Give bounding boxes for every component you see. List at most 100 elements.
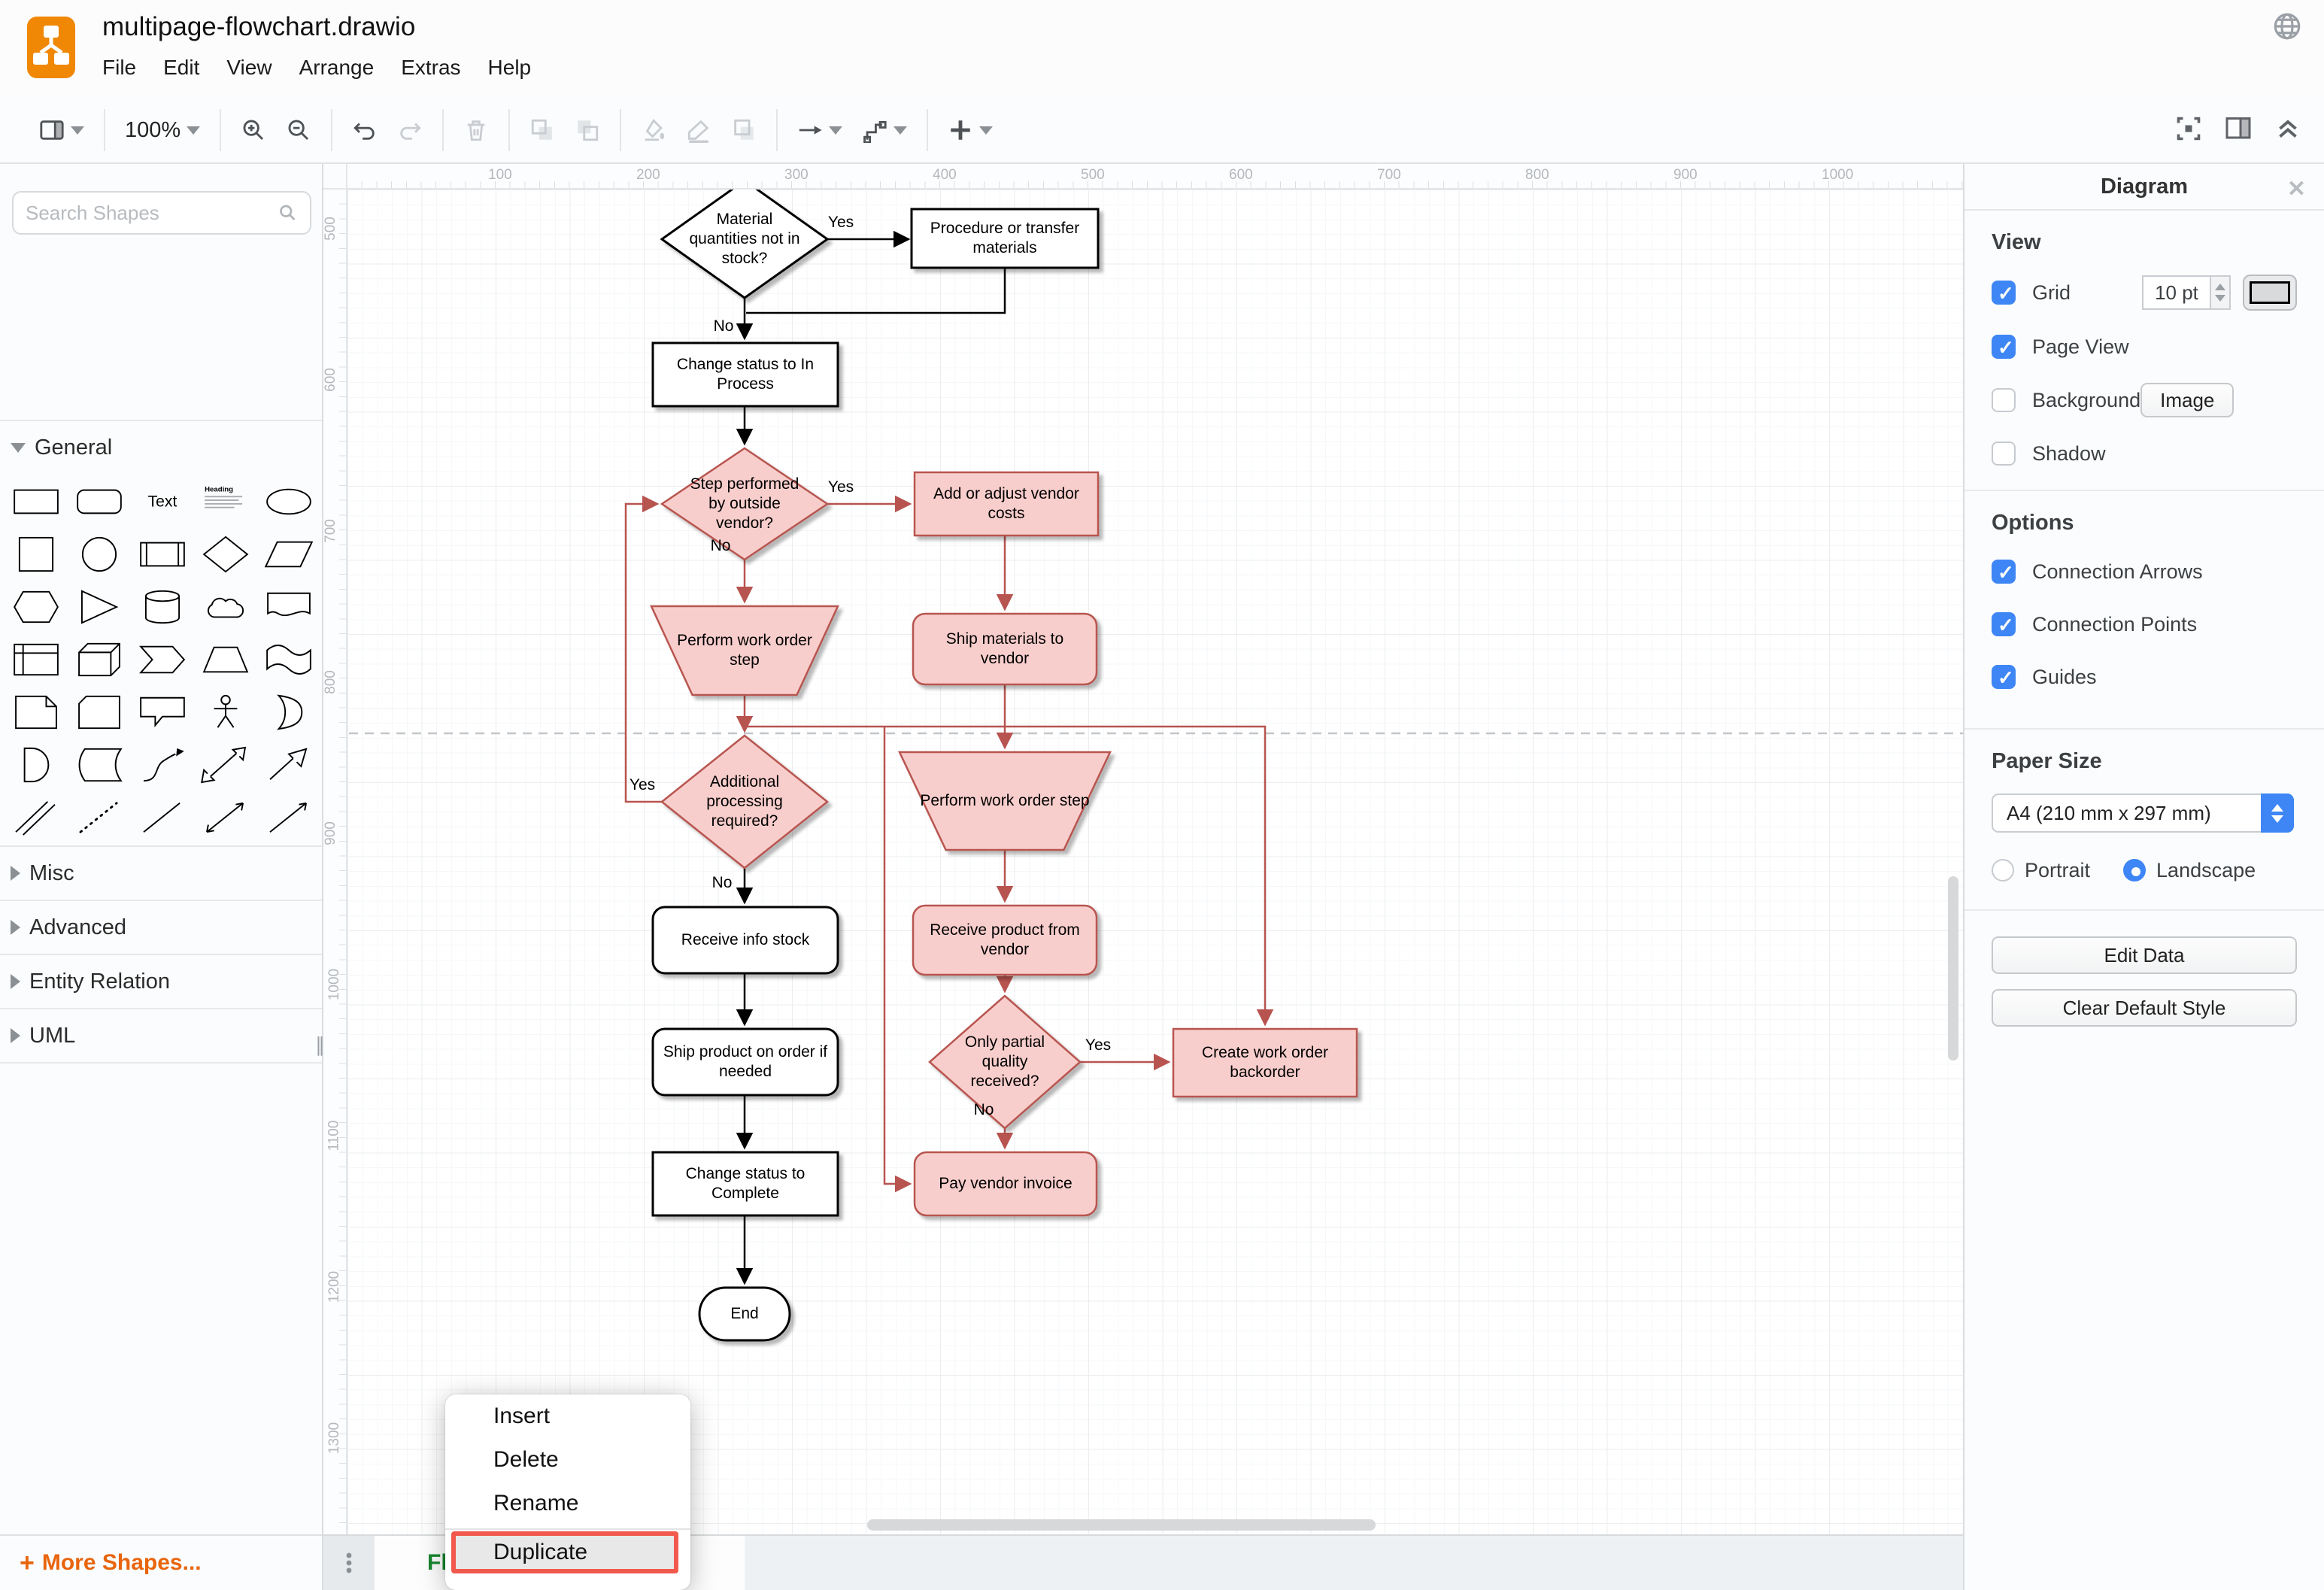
shape-triangle[interactable] [68, 581, 131, 633]
flow-node-additional-processing[interactable] [662, 736, 827, 868]
shape-line[interactable] [131, 791, 194, 844]
connection-arrows-checkbox[interactable] [1992, 560, 2016, 584]
menu-edit[interactable]: Edit [163, 56, 199, 80]
menu-arrange[interactable]: Arrange [299, 56, 375, 80]
shape-curve[interactable] [131, 739, 194, 791]
shape-cube[interactable] [68, 633, 131, 686]
context-menu-duplicate[interactable]: Duplicate [451, 1531, 678, 1573]
shape-process[interactable] [131, 528, 194, 581]
sidebar-section-entity-relation[interactable]: Entity Relation [0, 954, 322, 1008]
background-checkbox[interactable] [1992, 388, 2016, 412]
shape-or[interactable] [257, 686, 320, 739]
sidebar-section-uml[interactable]: UML [0, 1008, 322, 1062]
flow-node-end[interactable] [699, 1288, 790, 1340]
flow-node-only-partial-quality[interactable] [930, 996, 1080, 1128]
shape-bidirectional-arrow[interactable] [194, 739, 257, 791]
flow-node-ship-product-on-order[interactable] [653, 1029, 838, 1095]
shape-data-storage[interactable] [68, 739, 131, 791]
shape-and[interactable] [5, 739, 68, 791]
shape-internal-storage[interactable] [5, 633, 68, 686]
shape-callout[interactable] [131, 686, 194, 739]
connection-points-checkbox[interactable] [1992, 612, 2016, 636]
flow-edge-15[interactable] [884, 727, 910, 1184]
menu-file[interactable]: File [102, 56, 136, 80]
menu-view[interactable]: View [226, 56, 272, 80]
guides-checkbox[interactable] [1992, 665, 2016, 689]
grid-checkbox[interactable] [1992, 281, 2016, 305]
vertical-scrollbar[interactable] [1948, 876, 1958, 1061]
pages-menu-button[interactable] [323, 1536, 375, 1590]
redo-button[interactable] [397, 117, 423, 143]
flow-node-pay-vendor-invoice[interactable] [915, 1152, 1097, 1215]
flow-node-change-status-complete[interactable] [653, 1152, 838, 1215]
background-image-button[interactable]: Image [2140, 383, 2234, 417]
zoom-in-button[interactable] [241, 117, 266, 143]
shape-arrow[interactable] [257, 739, 320, 791]
page-view-checkbox[interactable] [1992, 335, 2016, 359]
waypoint-style-button[interactable] [862, 117, 907, 143]
page-layout-button[interactable] [39, 117, 84, 143]
flow-node-procedure-transfer[interactable] [912, 209, 1098, 268]
language-globe-icon[interactable] [2271, 11, 2303, 42]
shape-step[interactable] [131, 633, 194, 686]
shape-hexagon[interactable] [5, 581, 68, 633]
flow-edge-2[interactable] [746, 268, 1005, 313]
grid-color-button[interactable] [2243, 275, 2297, 311]
shape-bidirectional-connector[interactable] [194, 791, 257, 844]
undo-button[interactable] [352, 117, 378, 143]
shape-text[interactable]: Text [131, 475, 194, 528]
grid-size-input[interactable]: 10 pt [2142, 275, 2211, 310]
close-icon[interactable]: ✕ [2287, 176, 2306, 202]
shadow-checkbox[interactable] [1992, 441, 2016, 466]
shape-rectangle[interactable] [5, 475, 68, 528]
zoom-level-button[interactable]: 100% [125, 118, 200, 143]
shadow-button[interactable] [731, 117, 757, 143]
edit-data-button[interactable]: Edit Data [1992, 936, 2297, 974]
shape-tape[interactable] [257, 633, 320, 686]
line-color-button[interactable] [686, 117, 711, 143]
menu-extras[interactable]: Extras [401, 56, 460, 80]
format-panel-toggle-icon[interactable] [2225, 115, 2252, 146]
shape-rounded-rectangle[interactable] [68, 475, 131, 528]
flow-node-change-status-in-process[interactable] [653, 343, 838, 406]
flow-edge-16[interactable] [626, 504, 662, 802]
insert-button[interactable] [948, 117, 993, 143]
menu-help[interactable]: Help [488, 56, 532, 80]
shape-card[interactable] [68, 686, 131, 739]
shape-document[interactable] [257, 581, 320, 633]
context-menu-insert[interactable]: Insert [445, 1394, 690, 1438]
sidebar-section-advanced[interactable]: Advanced [0, 900, 322, 954]
to-back-button[interactable] [575, 117, 600, 143]
context-menu-rename[interactable]: Rename [445, 1482, 690, 1525]
paper-size-select[interactable]: A4 (210 mm x 297 mm) [1992, 793, 2294, 833]
shape-cloud[interactable] [194, 581, 257, 633]
landscape-radio[interactable] [2123, 859, 2146, 881]
shape-square[interactable] [5, 528, 68, 581]
flow-node-create-work-order-backorder[interactable] [1173, 1029, 1357, 1097]
context-menu-delete[interactable]: Delete [445, 1438, 690, 1482]
shape-ellipse[interactable] [257, 475, 320, 528]
horizontal-scrollbar[interactable] [867, 1519, 1376, 1531]
shape-trapezoid[interactable] [194, 633, 257, 686]
fill-color-button[interactable] [641, 117, 666, 143]
shape-actor[interactable] [194, 686, 257, 739]
to-front-button[interactable] [529, 117, 555, 143]
clear-default-style-button[interactable]: Clear Default Style [1992, 989, 2297, 1027]
flow-node-add-adjust-vendor-costs[interactable] [915, 472, 1098, 536]
shape-circle[interactable] [68, 528, 131, 581]
sidebar-section-general[interactable]: General [0, 420, 322, 474]
diagram-canvas[interactable]: 1002003004005006007008009001000 50060070… [323, 164, 1963, 1534]
flow-node-step-outside-vendor[interactable] [662, 448, 827, 560]
grid-size-stepper[interactable] [2211, 275, 2231, 310]
flow-node-perform-work-order-step-2[interactable] [900, 752, 1110, 850]
portrait-radio[interactable] [1992, 859, 2014, 881]
fit-page-icon[interactable] [2175, 115, 2202, 146]
zoom-out-button[interactable] [286, 117, 311, 143]
more-shapes-button[interactable]: More Shapes... [42, 1550, 202, 1576]
shape-textbox[interactable]: Heading [194, 475, 257, 528]
connection-arrow-style-button[interactable] [797, 117, 842, 143]
search-input[interactable] [26, 202, 278, 225]
sidebar-section-misc[interactable]: Misc [0, 845, 322, 900]
delete-button[interactable] [463, 117, 489, 143]
shape-dotted-line[interactable] [68, 791, 131, 844]
